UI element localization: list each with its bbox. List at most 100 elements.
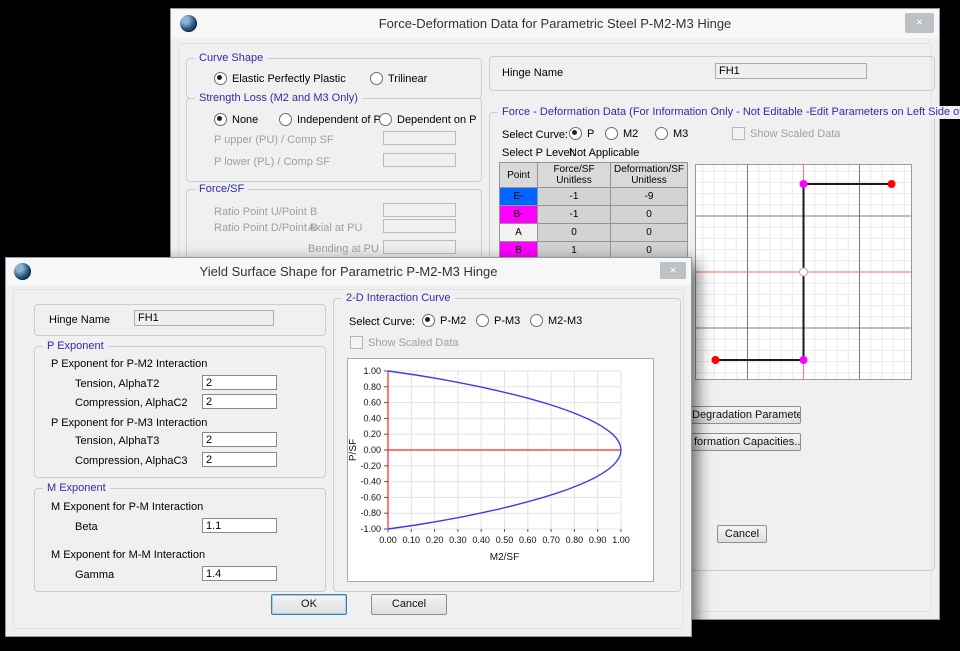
radio-icon — [214, 113, 227, 126]
desktop: { "bg_dialog": { "title": "Force-Deforma… — [0, 0, 960, 651]
radio-trilinear[interactable]: Trilinear — [370, 72, 427, 85]
show-scaled-data-checkbox[interactable]: Show Scaled Data — [350, 336, 459, 349]
force-cell: -1 — [538, 206, 611, 224]
alphac3-field[interactable] — [202, 452, 277, 467]
bending-at-pu-label: Bending at PU — [308, 243, 379, 256]
axial-at-pu-field[interactable] — [383, 219, 456, 233]
svg-text:0.60: 0.60 — [519, 535, 537, 545]
close-icon[interactable]: × — [905, 13, 934, 33]
svg-text:0.40: 0.40 — [472, 535, 490, 545]
radio-icon — [370, 72, 383, 85]
radio-icon — [655, 127, 668, 140]
ok-button[interactable]: OK — [271, 594, 347, 615]
radio-label: Dependent on P — [397, 114, 477, 126]
hinge-name-group: Hinge Name — [489, 56, 935, 91]
checkbox-label: Show Scaled Data — [750, 128, 841, 140]
m-exponent-group: M Exponent M Exponent for P-M Interactio… — [34, 488, 326, 592]
group-title: Strength Loss (M2 and M3 Only) — [195, 92, 362, 105]
radio-dependent-on-p[interactable]: Dependent on P — [379, 113, 477, 126]
group-title: 2-D Interaction Curve — [342, 292, 455, 305]
radio-none[interactable]: None — [214, 113, 258, 126]
alphat2-field[interactable] — [202, 375, 277, 390]
radio-label: M3 — [673, 128, 688, 140]
radio-icon — [422, 314, 435, 327]
p-exponent-group: P Exponent P Exponent for P-M2 Interacti… — [34, 346, 326, 478]
hinge-name-label: Hinge Name — [502, 67, 563, 80]
strength-loss-group: Strength Loss (M2 and M3 Only) None Inde… — [186, 98, 482, 182]
svg-text:0.80: 0.80 — [566, 535, 584, 545]
radio-label: None — [232, 114, 258, 126]
radio-icon — [214, 72, 227, 85]
alphat3-label: Tension, AlphaT3 — [75, 435, 159, 448]
gamma-field[interactable] — [202, 566, 277, 581]
deform-cell: -9 — [611, 188, 688, 206]
pm2-heading: P Exponent for P-M2 Interaction — [51, 358, 207, 371]
radio-m2[interactable]: M2 — [605, 127, 638, 140]
checkbox-label: Show Scaled Data — [368, 337, 459, 349]
table-row: E- -1 -9 — [500, 188, 688, 206]
svg-text:-1.00: -1.00 — [360, 524, 381, 534]
ratio-u-label: Ratio Point U/Point B — [214, 206, 317, 219]
radio-icon — [569, 127, 582, 140]
svg-text:0.00: 0.00 — [379, 535, 397, 545]
hinge-name-field[interactable] — [715, 63, 867, 79]
title-bar[interactable]: Yield Surface Shape for Parametric P-M2-… — [6, 258, 691, 285]
radio-m3[interactable]: M3 — [655, 127, 688, 140]
radio-independent-of-p[interactable]: Independent of P — [279, 113, 381, 126]
ratio-u-field[interactable] — [383, 203, 456, 217]
table-header-row: Point Force/SF Unitless Deformation/SF U… — [500, 163, 688, 188]
col-force: Force/SF Unitless — [538, 163, 611, 188]
beta-field[interactable] — [202, 518, 277, 533]
group-title: P Exponent — [43, 340, 108, 353]
cancel-button[interactable]: Cancel — [371, 594, 447, 615]
bending-at-pu-field[interactable] — [383, 240, 456, 254]
radio-label: Independent of P — [297, 114, 381, 126]
cancel-button[interactable]: Cancel — [717, 525, 767, 543]
radio-m2-m3[interactable]: M2-M3 — [530, 314, 582, 327]
svg-text:P/SF: P/SF — [348, 439, 359, 461]
svg-text:0.80: 0.80 — [363, 382, 381, 392]
force-deformation-chart — [695, 164, 912, 380]
p-lower-label: P lower (PL) / Comp SF — [214, 156, 330, 169]
force-cell: -1 — [538, 188, 611, 206]
col-deformation: Deformation/SF Unitless — [611, 163, 688, 188]
radio-elastic-perfectly-plastic[interactable]: Elastic Perfectly Plastic — [214, 72, 346, 85]
radio-icon — [476, 314, 489, 327]
radio-icon — [279, 113, 292, 126]
deform-cell: 0 — [611, 224, 688, 242]
alphac2-field[interactable] — [202, 394, 277, 409]
group-title: M Exponent — [43, 482, 110, 495]
show-scaled-data-checkbox[interactable]: Show Scaled Data — [732, 127, 841, 140]
radio-label: M2-M3 — [548, 315, 582, 327]
alphac3-label: Compression, AlphaC3 — [75, 455, 188, 468]
group-title: Force/SF — [195, 183, 248, 196]
alphat3-field[interactable] — [202, 432, 277, 447]
svg-text:0.00: 0.00 — [363, 445, 381, 455]
force-cell: 0 — [538, 224, 611, 242]
radio-p-m3[interactable]: P-M3 — [476, 314, 520, 327]
title-bar[interactable]: Force-Deformation Data for Parametric St… — [171, 9, 939, 38]
svg-text:0.70: 0.70 — [542, 535, 560, 545]
p-upper-label: P upper (PU) / Comp SF — [214, 134, 334, 147]
group-title: Force - Deformation Data (For Informatio… — [498, 106, 960, 119]
svg-text:-0.40: -0.40 — [360, 477, 381, 487]
radio-label: P-M2 — [440, 315, 466, 327]
interaction-chart: 0.000.100.200.300.400.500.600.700.800.90… — [347, 358, 654, 582]
hinge-name-field[interactable] — [134, 310, 274, 326]
point-cell: E- — [500, 188, 538, 206]
p-lower-field[interactable] — [383, 153, 456, 167]
radio-p-m2[interactable]: P-M2 — [422, 314, 466, 327]
close-icon[interactable]: × — [660, 262, 686, 279]
radio-p[interactable]: P — [569, 127, 594, 140]
radio-icon — [530, 314, 543, 327]
interaction-plot: 0.000.100.200.300.400.500.600.700.800.90… — [348, 359, 653, 581]
svg-text:0.10: 0.10 — [403, 535, 421, 545]
mm-heading: M Exponent for M-M Interaction — [51, 549, 205, 562]
deform-cell: 0 — [611, 206, 688, 224]
p-upper-field[interactable] — [383, 131, 456, 145]
axial-at-pu-label: Axial at PU — [308, 222, 362, 235]
col-point: Point — [500, 163, 538, 188]
svg-text:0.90: 0.90 — [589, 535, 607, 545]
svg-text:0.50: 0.50 — [496, 535, 514, 545]
radio-label: P-M3 — [494, 315, 520, 327]
